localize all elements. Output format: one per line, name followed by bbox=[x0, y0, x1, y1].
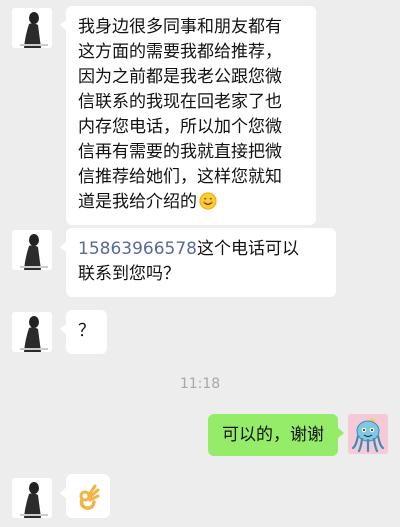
smile-emoji-icon bbox=[199, 192, 217, 210]
contact-avatar[interactable] bbox=[12, 8, 52, 48]
person-silhouette-icon bbox=[12, 478, 52, 518]
self-message-bubble[interactable]: 可以的，谢谢 bbox=[208, 414, 344, 456]
message-text: 信推荐给她们，这样您就知 bbox=[78, 167, 282, 187]
ok-hand-emoji-icon bbox=[79, 484, 100, 510]
message-bubble[interactable]: ？ bbox=[60, 310, 107, 354]
message-text: 联系到您吗？ bbox=[78, 264, 180, 284]
message-bubble[interactable]: 我身边很多同事和朋友都有 这方面的需要我都给推荐， 因为之前都是我老公跟您微 信… bbox=[60, 6, 316, 225]
message-bubble[interactable] bbox=[60, 474, 110, 518]
message-text: ？ bbox=[78, 321, 95, 341]
message-text: 道是我给介绍的 bbox=[78, 192, 197, 212]
octopus-avatar-icon bbox=[348, 414, 388, 454]
phone-number-link[interactable]: 15863966578 bbox=[78, 239, 197, 259]
message-bubble[interactable]: 15863966578这个电话可以 联系到您吗？ bbox=[60, 228, 336, 297]
message-text-last: 道是我给介绍的 bbox=[78, 190, 304, 215]
message-text: 可以的，谢谢 bbox=[222, 425, 324, 445]
person-silhouette-icon bbox=[12, 230, 52, 270]
person-silhouette-icon bbox=[12, 312, 52, 352]
message-text: 信再有需要的我就直接把微 bbox=[78, 142, 282, 162]
contact-avatar[interactable] bbox=[12, 312, 52, 352]
person-silhouette-icon bbox=[12, 8, 52, 48]
message-text: 内存您电话，所以加个您微 bbox=[78, 117, 282, 137]
timestamp: 11:18 bbox=[179, 376, 221, 392]
message-text: 信联系的我现在回老家了也 bbox=[78, 92, 282, 112]
contact-avatar[interactable] bbox=[12, 478, 52, 518]
message-text: 因为之前都是我老公跟您微 bbox=[78, 67, 282, 87]
self-avatar[interactable] bbox=[348, 414, 388, 454]
message-text: 这方面的需要我都给推荐， bbox=[78, 42, 282, 62]
contact-avatar[interactable] bbox=[12, 230, 52, 270]
message-text: 这个电话可以 bbox=[196, 239, 299, 259]
message-text: 我身边很多同事和朋友都有 bbox=[78, 17, 282, 37]
